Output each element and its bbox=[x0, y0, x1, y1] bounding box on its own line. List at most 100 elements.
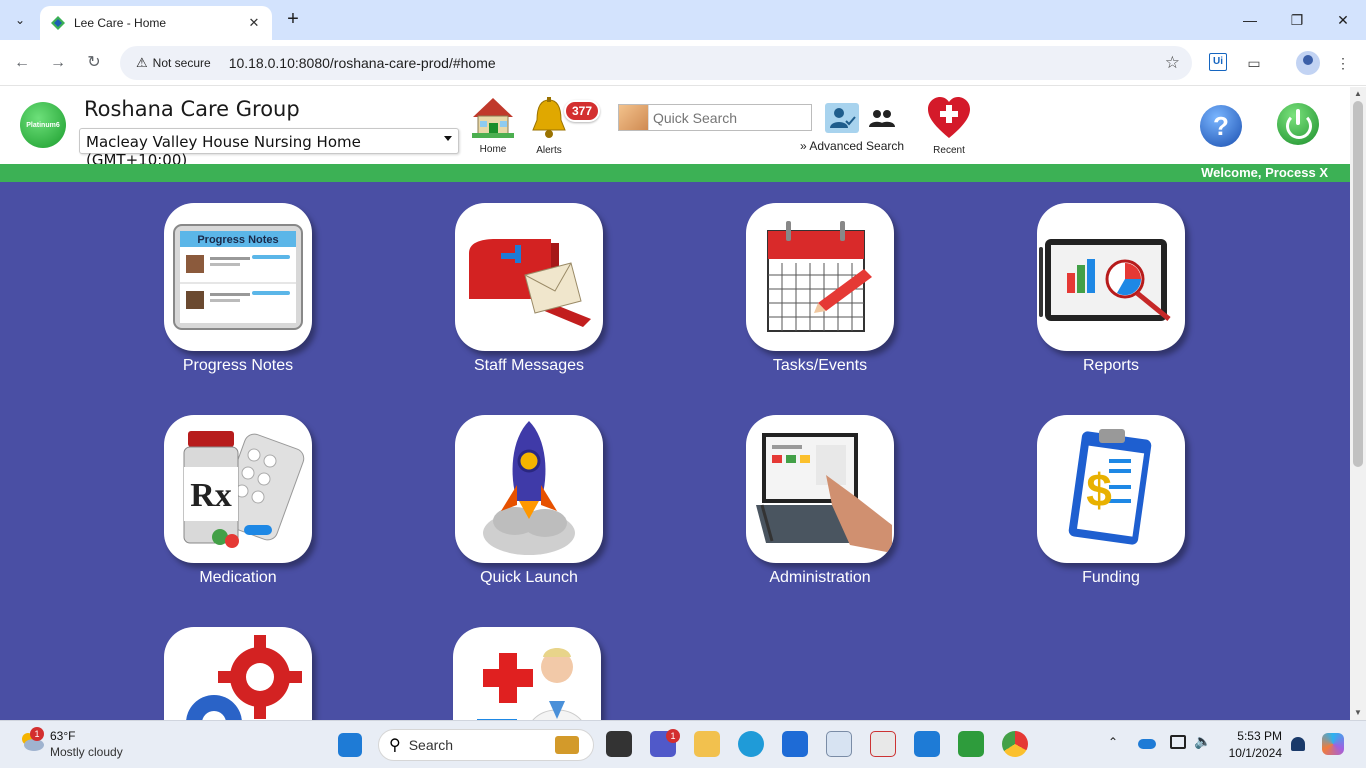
welcome-text: Welcome, Process X bbox=[1201, 165, 1328, 180]
funding-card[interactable]: $ bbox=[1037, 415, 1185, 563]
tile-quick-launch[interactable]: Quick Launch bbox=[454, 415, 604, 587]
facility-select[interactable]: Macleay Valley House Nursing Home (GMT+1… bbox=[79, 128, 459, 169]
tray-overflow-chevron-icon[interactable]: ⌃ bbox=[1108, 735, 1118, 749]
uipath-app-icon[interactable] bbox=[914, 731, 940, 757]
tile-staff-messages[interactable]: Staff Messages bbox=[454, 203, 604, 375]
tile-administration[interactable]: Administration bbox=[745, 415, 895, 587]
tile-funding[interactable]: $ Funding bbox=[1036, 415, 1186, 587]
weather-badge: 1 bbox=[30, 727, 44, 741]
snipping-tool-icon[interactable] bbox=[870, 731, 896, 757]
staff-messages-card[interactable] bbox=[455, 203, 603, 351]
bookmark-star-icon[interactable]: ☆ bbox=[1165, 53, 1180, 73]
performance-monitor-icon[interactable] bbox=[826, 731, 852, 757]
progress-notes-card[interactable]: Progress Notes bbox=[164, 203, 312, 351]
tile-label: Funding bbox=[1082, 569, 1140, 586]
quick-launch-card[interactable] bbox=[455, 415, 603, 563]
task-view-icon[interactable] bbox=[606, 731, 632, 757]
weather-widget[interactable]: 1 63°F Mostly cloudy bbox=[18, 727, 123, 760]
administration-card[interactable] bbox=[746, 415, 894, 563]
people-icon bbox=[619, 105, 649, 130]
bell-icon bbox=[532, 97, 566, 138]
tasks-events-card[interactable] bbox=[746, 203, 894, 351]
window-close-icon[interactable]: ✕ bbox=[1329, 8, 1357, 32]
doctor-cross-icon bbox=[477, 648, 582, 720]
windows-start-icon[interactable] bbox=[338, 733, 362, 757]
quick-search-box[interactable] bbox=[618, 104, 812, 131]
restore-icon[interactable]: ❐ bbox=[1283, 8, 1311, 32]
platinum-logo: Platinum6 bbox=[20, 102, 66, 148]
lee-care-favicon-icon bbox=[51, 16, 65, 30]
new-tab-icon[interactable]: + bbox=[282, 8, 304, 32]
page-scrollbar[interactable]: ▲ ▼ bbox=[1350, 87, 1366, 720]
notepad-icon[interactable] bbox=[782, 731, 808, 757]
copilot-icon[interactable] bbox=[1322, 733, 1344, 755]
tile-progress-notes[interactable]: Progress Notes Progress Notes bbox=[163, 203, 313, 375]
search-staff-button[interactable] bbox=[865, 103, 899, 133]
alerts-button[interactable]: Alerts bbox=[528, 96, 570, 156]
tile-medication[interactable]: Rx Medication bbox=[163, 415, 313, 587]
tab-close-icon[interactable]: ✕ bbox=[246, 15, 262, 31]
home-icon bbox=[472, 98, 514, 138]
volume-icon[interactable]: 🔈 bbox=[1194, 733, 1211, 750]
notification-bell-icon[interactable] bbox=[1291, 737, 1305, 751]
tile-label: Progress Notes bbox=[182, 357, 294, 374]
back-icon[interactable]: ← bbox=[11, 52, 33, 74]
help-icon[interactable]: ? bbox=[1200, 105, 1242, 147]
search-highlight-icon bbox=[555, 736, 579, 754]
advanced-search-link[interactable]: » Advanced Search bbox=[800, 139, 904, 153]
tile-label: Tasks/Events bbox=[772, 357, 868, 374]
home-button[interactable]: Home bbox=[470, 95, 516, 155]
dollar-glyph: $ bbox=[1086, 464, 1112, 516]
edge-icon[interactable] bbox=[738, 731, 764, 757]
profile-avatar-icon[interactable] bbox=[1296, 51, 1320, 75]
uipath-extension-icon[interactable]: Ui bbox=[1209, 53, 1227, 71]
browser-menu-icon[interactable]: ⋮ bbox=[1332, 52, 1354, 74]
clock-time[interactable]: 5:53 PM bbox=[1226, 729, 1282, 743]
reload-icon[interactable]: ↻ bbox=[83, 52, 105, 74]
tile-tasks-events[interactable]: Tasks/Events bbox=[745, 203, 895, 375]
media-player-icon[interactable] bbox=[958, 731, 984, 757]
url-text[interactable]: 10.18.0.10:8080/roshana-care-prod/#home bbox=[229, 55, 496, 71]
clinical-card[interactable] bbox=[453, 627, 601, 720]
medication-card[interactable]: Rx bbox=[164, 415, 312, 563]
forward-icon[interactable]: → bbox=[47, 52, 69, 74]
quick-search-input[interactable] bbox=[653, 109, 811, 126]
minimize-icon[interactable]: — bbox=[1236, 8, 1264, 32]
scrollbar-thumb[interactable] bbox=[1353, 101, 1363, 467]
extensions-puzzle-icon[interactable]: ▭ bbox=[1243, 52, 1265, 74]
gears-icon bbox=[186, 635, 302, 720]
rocket-icon bbox=[483, 421, 575, 555]
browser-toolbar: ← → ↻ ⚠ Not secure 10.18.0.10:8080/rosha… bbox=[0, 40, 1366, 86]
tile-label: Quick Launch bbox=[480, 569, 578, 586]
tile-settings[interactable] bbox=[163, 627, 313, 720]
tab-title: Lee Care - Home bbox=[74, 16, 167, 30]
logout-power-icon[interactable] bbox=[1277, 103, 1319, 145]
file-explorer-icon[interactable] bbox=[694, 731, 720, 757]
chrome-icon[interactable] bbox=[1002, 731, 1028, 757]
onedrive-icon[interactable] bbox=[1138, 739, 1156, 749]
reports-tablet-icon bbox=[1039, 239, 1171, 321]
weather-temp: 63°F bbox=[50, 729, 76, 743]
security-indicator[interactable]: ⚠ Not secure bbox=[130, 51, 217, 75]
tile-clinical[interactable] bbox=[452, 627, 602, 720]
windows-taskbar: 1 63°F Mostly cloudy ⚲ Search 1 ⌃ 🔈 5:53… bbox=[0, 720, 1366, 768]
settings-card[interactable] bbox=[164, 627, 312, 720]
group-icon bbox=[869, 110, 895, 127]
tab-search-chevron-icon[interactable]: ⌄ bbox=[8, 8, 32, 32]
org-name: Roshana Care Group bbox=[84, 97, 300, 121]
tile-label: Administration bbox=[769, 569, 871, 586]
scroll-up-arrow-icon[interactable]: ▲ bbox=[1350, 87, 1366, 101]
address-bar[interactable]: ⚠ Not secure 10.18.0.10:8080/roshana-car… bbox=[120, 46, 1192, 80]
scroll-down-arrow-icon[interactable]: ▼ bbox=[1350, 706, 1366, 720]
browser-tab-active[interactable]: Lee Care - Home ✕ bbox=[40, 6, 272, 40]
clock-date[interactable]: 10/1/2024 bbox=[1220, 746, 1282, 760]
reports-card[interactable] bbox=[1037, 203, 1185, 351]
heart-plus-icon bbox=[928, 97, 970, 138]
network-icon[interactable] bbox=[1170, 735, 1186, 749]
taskbar-search[interactable]: ⚲ Search bbox=[378, 729, 594, 761]
tile-reports[interactable]: Reports bbox=[1036, 203, 1186, 375]
logo-text: Platinum6 bbox=[26, 121, 60, 129]
weather-desc: Mostly cloudy bbox=[50, 745, 123, 759]
search-residents-button[interactable] bbox=[825, 103, 859, 133]
recent-button[interactable]: Recent bbox=[926, 96, 972, 156]
